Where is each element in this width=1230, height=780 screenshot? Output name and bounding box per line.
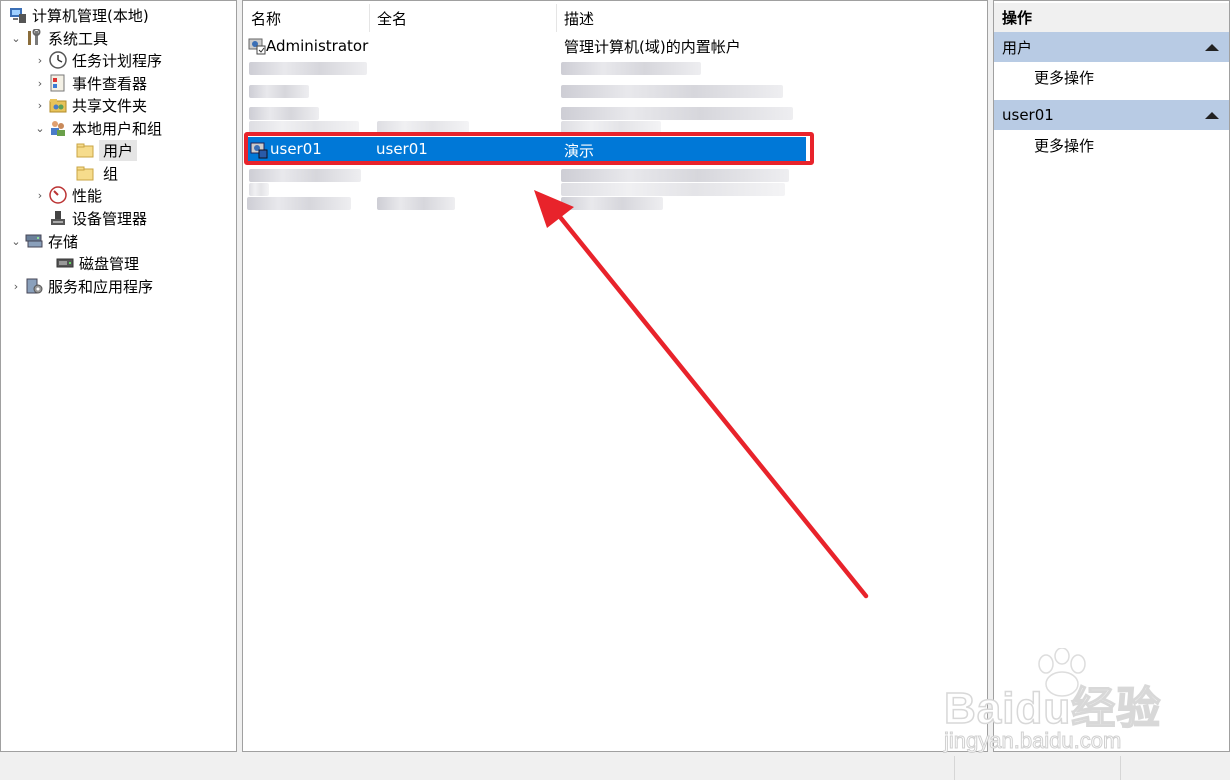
redacted-cell xyxy=(561,107,793,120)
tree-label: 磁盘管理 xyxy=(79,254,140,273)
tree-node-performance[interactable]: › 性能 xyxy=(33,184,102,206)
column-divider[interactable] xyxy=(556,4,557,32)
tree-node-groups[interactable]: 组 xyxy=(74,162,122,184)
navigation-tree: 计算机管理(本地) ⌄ 系统工具 › 任务计划程序 › 事件查看器 › 共享文件… xyxy=(0,0,237,752)
column-label: 全名 xyxy=(377,9,408,28)
tree-label: 本地用户和组 xyxy=(72,119,163,138)
collapse-icon[interactable] xyxy=(1205,43,1219,51)
tree-node-system-tools[interactable]: ⌄ 系统工具 xyxy=(9,27,108,49)
actions-title: 操作 xyxy=(994,3,1229,33)
folder-icon xyxy=(76,141,94,159)
collapse-icon[interactable] xyxy=(1205,111,1219,119)
actions-section-users[interactable]: 用户 xyxy=(994,32,1229,62)
tree-node-event-viewer[interactable]: › 事件查看器 xyxy=(33,72,147,94)
column-header-name[interactable]: 名称 xyxy=(251,3,281,33)
tree-label: 性能 xyxy=(72,186,103,205)
tree-node-disk-management[interactable]: 磁盘管理 xyxy=(54,252,139,274)
chevron-right-icon[interactable]: › xyxy=(33,77,47,90)
more-actions-label: 更多操作 xyxy=(1034,68,1095,87)
redacted-cell xyxy=(561,62,701,75)
redacted-cell xyxy=(249,107,319,120)
tree-node-storage[interactable]: ⌄ 存储 xyxy=(9,230,78,252)
users-group-icon xyxy=(49,119,67,137)
annotation-highlight-box xyxy=(244,132,814,165)
redacted-cell xyxy=(561,197,663,210)
cell-text: 管理计算机(域)的内置帐户 xyxy=(564,37,741,56)
table-row[interactable]: Administrator xyxy=(248,35,368,57)
tree-node-users[interactable]: 用户 xyxy=(74,139,138,161)
tree-label: 任务计划程序 xyxy=(72,51,163,70)
redacted-cell xyxy=(561,183,785,196)
tree-node-task-scheduler[interactable]: › 任务计划程序 xyxy=(33,49,162,71)
tree-label: 系统工具 xyxy=(48,29,109,48)
redacted-cell xyxy=(249,85,309,98)
tree-label: 组 xyxy=(103,164,119,183)
tree-label-selected: 用户 xyxy=(99,139,138,161)
more-actions-users[interactable]: 更多操作 xyxy=(1034,66,1229,88)
redacted-cell xyxy=(249,62,367,75)
redacted-cell xyxy=(561,169,789,182)
folder-icon xyxy=(76,164,94,182)
column-header-fullname[interactable]: 全名 xyxy=(377,3,407,33)
redacted-cell xyxy=(377,197,455,210)
user-account-icon xyxy=(248,37,266,55)
tools-icon xyxy=(25,28,43,47)
chevron-right-icon[interactable]: › xyxy=(33,189,47,202)
event-viewer-icon xyxy=(49,74,67,92)
tree-label: 共享文件夹 xyxy=(72,96,148,115)
column-label: 名称 xyxy=(251,9,282,28)
redacted-cell xyxy=(247,197,351,210)
chevron-down-icon[interactable]: ⌄ xyxy=(33,122,47,135)
redacted-cell xyxy=(249,183,269,196)
device-manager-icon xyxy=(49,209,67,227)
actions-section-user01[interactable]: user01 xyxy=(994,100,1229,130)
section-label: user01 xyxy=(1002,106,1054,124)
performance-gauge-icon xyxy=(49,186,67,204)
tree-label: 计算机管理(本地) xyxy=(32,6,149,25)
clock-icon xyxy=(49,51,67,69)
tree-label: 存储 xyxy=(48,232,79,251)
redacted-cell xyxy=(249,169,361,182)
chevron-right-icon[interactable]: › xyxy=(33,99,47,112)
status-bar xyxy=(0,752,1230,780)
tree-node-services-apps[interactable]: › 服务和应用程序 xyxy=(9,275,153,297)
actions-title-label: 操作 xyxy=(1002,9,1033,27)
actions-pane: 操作 用户 更多操作 user01 更多操作 xyxy=(993,0,1230,752)
user-list-pane: 名称 全名 描述 Administrator 管理计算机(域)的内置帐户 xyxy=(242,0,988,752)
column-divider[interactable] xyxy=(369,4,370,32)
tree-label: 事件查看器 xyxy=(72,74,148,93)
shared-folder-icon xyxy=(49,96,67,114)
services-icon xyxy=(25,277,43,295)
disk-icon xyxy=(56,254,74,272)
cell-name: Administrator xyxy=(266,37,369,55)
storage-icon xyxy=(25,232,43,250)
tree-label: 设备管理器 xyxy=(72,209,148,228)
chevron-right-icon[interactable]: › xyxy=(33,54,47,67)
status-divider xyxy=(954,756,955,780)
chevron-down-icon[interactable]: ⌄ xyxy=(9,235,23,248)
tree-node-shared-folders[interactable]: › 共享文件夹 xyxy=(33,94,147,116)
tree-node-local-users-groups[interactable]: ⌄ 本地用户和组 xyxy=(33,117,162,139)
tree-node-device-manager[interactable]: 设备管理器 xyxy=(47,207,147,229)
chevron-down-icon[interactable]: ⌄ xyxy=(9,32,23,45)
chevron-right-icon[interactable]: › xyxy=(9,280,23,293)
column-label: 描述 xyxy=(564,9,595,28)
tree-label: 服务和应用程序 xyxy=(48,277,154,296)
status-divider xyxy=(1120,756,1121,780)
section-label: 用户 xyxy=(1002,38,1033,57)
more-actions-user01[interactable]: 更多操作 xyxy=(1034,134,1229,156)
cell-description: 管理计算机(域)的内置帐户 xyxy=(564,35,741,57)
redacted-cell xyxy=(561,85,783,98)
more-actions-label: 更多操作 xyxy=(1034,136,1095,155)
computer-management-icon xyxy=(9,6,27,24)
column-header-description[interactable]: 描述 xyxy=(564,3,594,33)
tree-node-root[interactable]: 计算机管理(本地) xyxy=(7,4,149,26)
